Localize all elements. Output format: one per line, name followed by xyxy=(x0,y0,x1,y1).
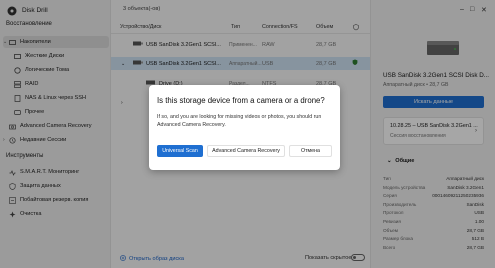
camera-prompt-dialog: Is this storage device from a camera or … xyxy=(149,85,340,170)
cancel-button[interactable]: Отмена xyxy=(289,145,332,157)
dialog-text: If so, and you are looking for missing v… xyxy=(157,114,322,128)
dialog-title: Is this storage device from a camera or … xyxy=(157,96,325,105)
advanced-camera-recovery-button[interactable]: Advanced Camera Recovery xyxy=(207,145,285,157)
universal-scan-button[interactable]: Universal Scan xyxy=(157,145,203,157)
